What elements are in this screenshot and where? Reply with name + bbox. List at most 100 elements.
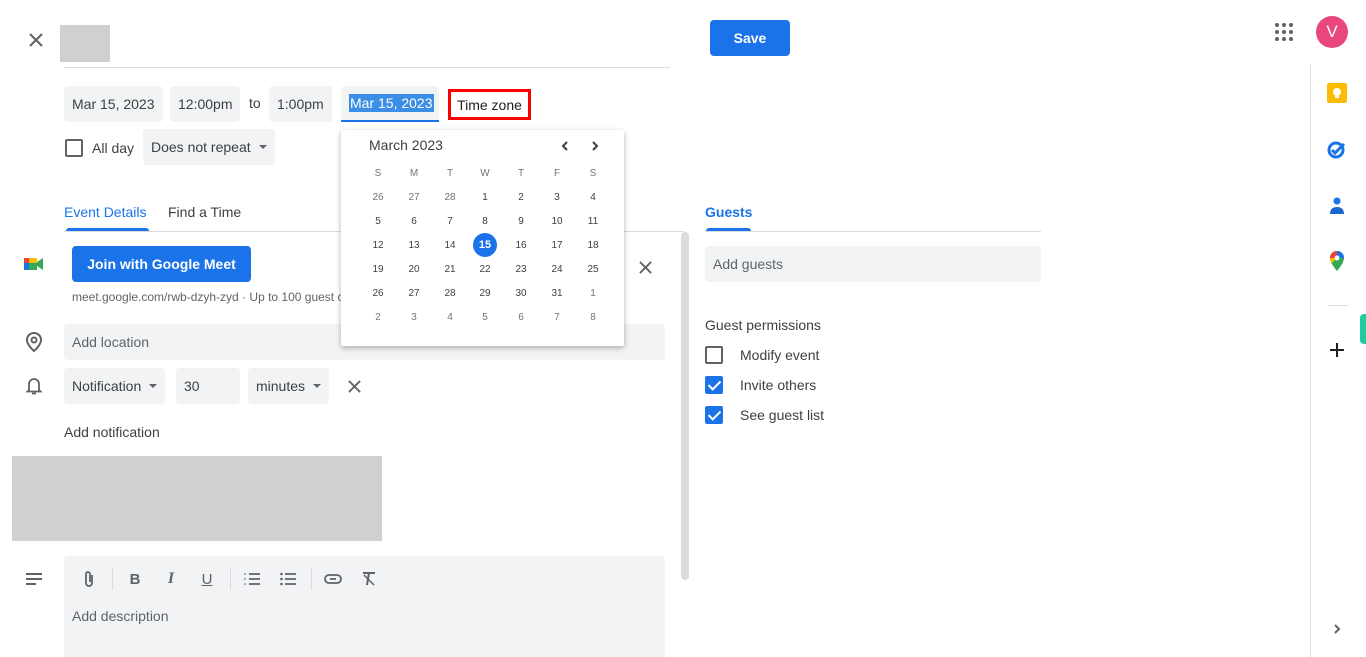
calendar-day[interactable]: 18 bbox=[581, 233, 605, 257]
calendar-day[interactable]: 29 bbox=[473, 281, 497, 305]
calendar-day[interactable]: 20 bbox=[402, 257, 426, 281]
guest-permissions-title: Guest permissions bbox=[705, 317, 821, 333]
time-zone-button[interactable]: Time zone bbox=[448, 89, 531, 120]
calendar-day[interactable]: 25 bbox=[581, 257, 605, 281]
calendar-day[interactable]: 28 bbox=[438, 185, 462, 209]
calendar-day[interactable]: 4 bbox=[581, 185, 605, 209]
tab-find-a-time[interactable]: Find a Time bbox=[168, 204, 241, 220]
calendar-day[interactable]: 26 bbox=[366, 281, 390, 305]
calendar-day[interactable]: 14 bbox=[438, 233, 462, 257]
invite-others-checkbox[interactable] bbox=[705, 376, 723, 394]
toolbar-divider bbox=[112, 568, 113, 590]
end-date-input[interactable]: Mar 15, 2023 bbox=[341, 86, 439, 122]
calendar-day[interactable]: 10 bbox=[545, 209, 569, 233]
calendar-day[interactable]: 9 bbox=[509, 209, 533, 233]
calendar-day[interactable]: 3 bbox=[545, 185, 569, 209]
modify-event-checkbox[interactable] bbox=[705, 346, 723, 364]
add-icon[interactable] bbox=[1326, 339, 1348, 361]
keep-icon[interactable] bbox=[1326, 82, 1348, 104]
see-guest-list-checkbox[interactable] bbox=[705, 406, 723, 424]
notification-unit-dropdown[interactable]: minutes bbox=[248, 368, 330, 404]
calendar-day[interactable]: 22 bbox=[473, 257, 497, 281]
attach-icon[interactable] bbox=[78, 568, 100, 590]
notification-value-input[interactable]: 30 bbox=[176, 368, 240, 404]
calendar-day[interactable]: 3 bbox=[402, 305, 426, 329]
calendar-day[interactable]: 4 bbox=[438, 305, 462, 329]
calendar-day[interactable]: 1 bbox=[473, 185, 497, 209]
calendar-day[interactable]: 26 bbox=[366, 185, 390, 209]
calendar-day-selected[interactable]: 15 bbox=[473, 233, 497, 257]
calendar-day[interactable]: 27 bbox=[402, 281, 426, 305]
calendar-day[interactable]: 27 bbox=[402, 185, 426, 209]
calendar-day[interactable]: 6 bbox=[509, 305, 533, 329]
calendar-day[interactable]: 7 bbox=[545, 305, 569, 329]
close-button[interactable] bbox=[24, 28, 48, 52]
bulleted-list-icon[interactable] bbox=[277, 568, 299, 590]
repeat-value: Does not repeat bbox=[151, 139, 251, 155]
calendar-day[interactable]: 19 bbox=[366, 257, 390, 281]
numbered-list-icon[interactable] bbox=[241, 568, 263, 590]
guests-divider bbox=[705, 231, 1041, 232]
add-guests-input[interactable]: Add guests bbox=[705, 246, 1041, 282]
calendar-day[interactable]: 23 bbox=[509, 257, 533, 281]
tab-guests[interactable]: Guests bbox=[705, 204, 752, 220]
calendar-day[interactable]: 11 bbox=[581, 209, 605, 233]
title-underline bbox=[64, 67, 670, 68]
remove-notification-button[interactable] bbox=[343, 375, 365, 397]
left-panel-scrollbar[interactable] bbox=[681, 232, 689, 580]
weekday-header: W bbox=[480, 168, 490, 179]
avatar[interactable]: V bbox=[1316, 16, 1348, 48]
calendar-day[interactable]: 28 bbox=[438, 281, 462, 305]
calendar-day[interactable]: 24 bbox=[545, 257, 569, 281]
previous-month-button[interactable] bbox=[555, 136, 575, 156]
tab-event-details[interactable]: Event Details bbox=[64, 204, 146, 220]
calendar-day[interactable]: 2 bbox=[366, 305, 390, 329]
join-google-meet-button[interactable]: Join with Google Meet bbox=[72, 246, 251, 282]
calendar-day[interactable]: 5 bbox=[473, 305, 497, 329]
next-month-button[interactable] bbox=[585, 136, 605, 156]
calendar-day[interactable]: 6 bbox=[402, 209, 426, 233]
description-input[interactable]: Add description bbox=[72, 608, 169, 624]
repeat-dropdown[interactable]: Does not repeat bbox=[143, 129, 275, 165]
chevron-down-icon bbox=[149, 384, 158, 388]
remove-meet-button[interactable] bbox=[634, 256, 656, 278]
expand-side-panel-button[interactable] bbox=[1326, 618, 1348, 640]
bold-icon[interactable]: B bbox=[124, 568, 146, 590]
contacts-icon[interactable] bbox=[1326, 195, 1348, 217]
start-time-button[interactable]: 12:00pm bbox=[170, 86, 241, 122]
calendar-day[interactable]: 13 bbox=[402, 233, 426, 257]
italic-icon[interactable]: I bbox=[160, 568, 182, 590]
add-notification-button[interactable]: Add notification bbox=[64, 424, 160, 440]
calendar-day[interactable]: 17 bbox=[545, 233, 569, 257]
close-icon bbox=[638, 260, 652, 274]
maps-icon[interactable] bbox=[1326, 250, 1348, 272]
notification-type-dropdown[interactable]: Notification bbox=[64, 368, 166, 404]
calendar-day[interactable]: 16 bbox=[509, 233, 533, 257]
calendar-day[interactable]: 30 bbox=[509, 281, 533, 305]
location-icon bbox=[25, 331, 43, 353]
calendar-day[interactable]: 21 bbox=[438, 257, 462, 281]
calendar-day[interactable]: 7 bbox=[438, 209, 462, 233]
clear-formatting-icon[interactable] bbox=[358, 568, 380, 590]
link-icon[interactable] bbox=[322, 568, 344, 590]
end-time-button[interactable]: 1:00pm bbox=[269, 86, 332, 122]
weekday-header: S bbox=[374, 168, 382, 179]
tasks-icon[interactable] bbox=[1326, 138, 1348, 160]
calendar-day[interactable]: 12 bbox=[366, 233, 390, 257]
save-button[interactable]: Save bbox=[710, 20, 790, 56]
modify-event-label: Modify event bbox=[740, 347, 820, 363]
google-meet-icon bbox=[24, 256, 44, 272]
apps-button[interactable] bbox=[1274, 22, 1294, 42]
calendar-day[interactable]: 8 bbox=[473, 209, 497, 233]
description-icon bbox=[25, 572, 43, 586]
calendar-day[interactable]: 2 bbox=[509, 185, 533, 209]
calendar-day[interactable]: 5 bbox=[366, 209, 390, 233]
calendar-day[interactable]: 8 bbox=[581, 305, 605, 329]
start-date-button[interactable]: Mar 15, 2023 bbox=[64, 86, 163, 122]
calendar-day[interactable]: 31 bbox=[545, 281, 569, 305]
all-day-checkbox[interactable] bbox=[65, 139, 83, 157]
calendar-day[interactable]: 1 bbox=[581, 281, 605, 305]
title-input-redacted[interactable] bbox=[60, 25, 110, 62]
meet-link-text[interactable]: meet.google.com/rwb-dzyh-zyd · Up to 100… bbox=[72, 290, 343, 304]
underline-icon[interactable]: U bbox=[196, 568, 218, 590]
